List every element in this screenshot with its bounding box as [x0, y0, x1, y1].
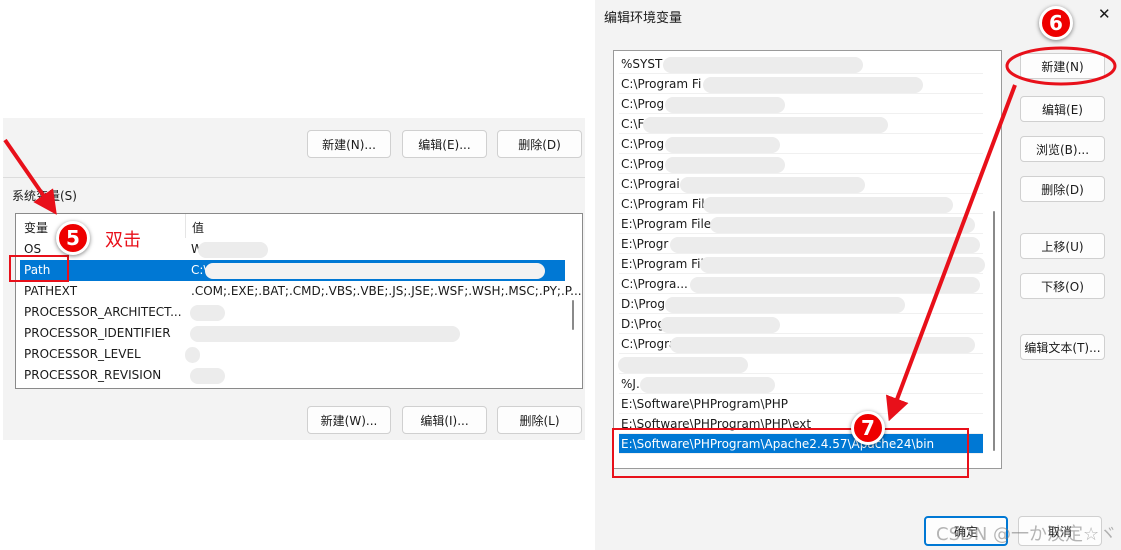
- step-7-badge: 7: [851, 411, 885, 445]
- new-entry-highlight-box: [612, 428, 969, 478]
- new-button-highlight: [1005, 46, 1117, 86]
- double-click-label: 双击: [105, 230, 141, 251]
- arrow-to-path: [3, 138, 57, 215]
- system-new-button[interactable]: 新建(W)...: [307, 406, 391, 434]
- system-edit-button[interactable]: 编辑(I)...: [402, 406, 487, 434]
- path-highlight-box: [9, 255, 69, 282]
- step-5-badge: 5: [56, 221, 90, 255]
- system-delete-button[interactable]: 删除(L): [497, 406, 582, 434]
- step-6-badge: 6: [1039, 6, 1073, 40]
- arrow-to-new-entry: [885, 84, 1017, 422]
